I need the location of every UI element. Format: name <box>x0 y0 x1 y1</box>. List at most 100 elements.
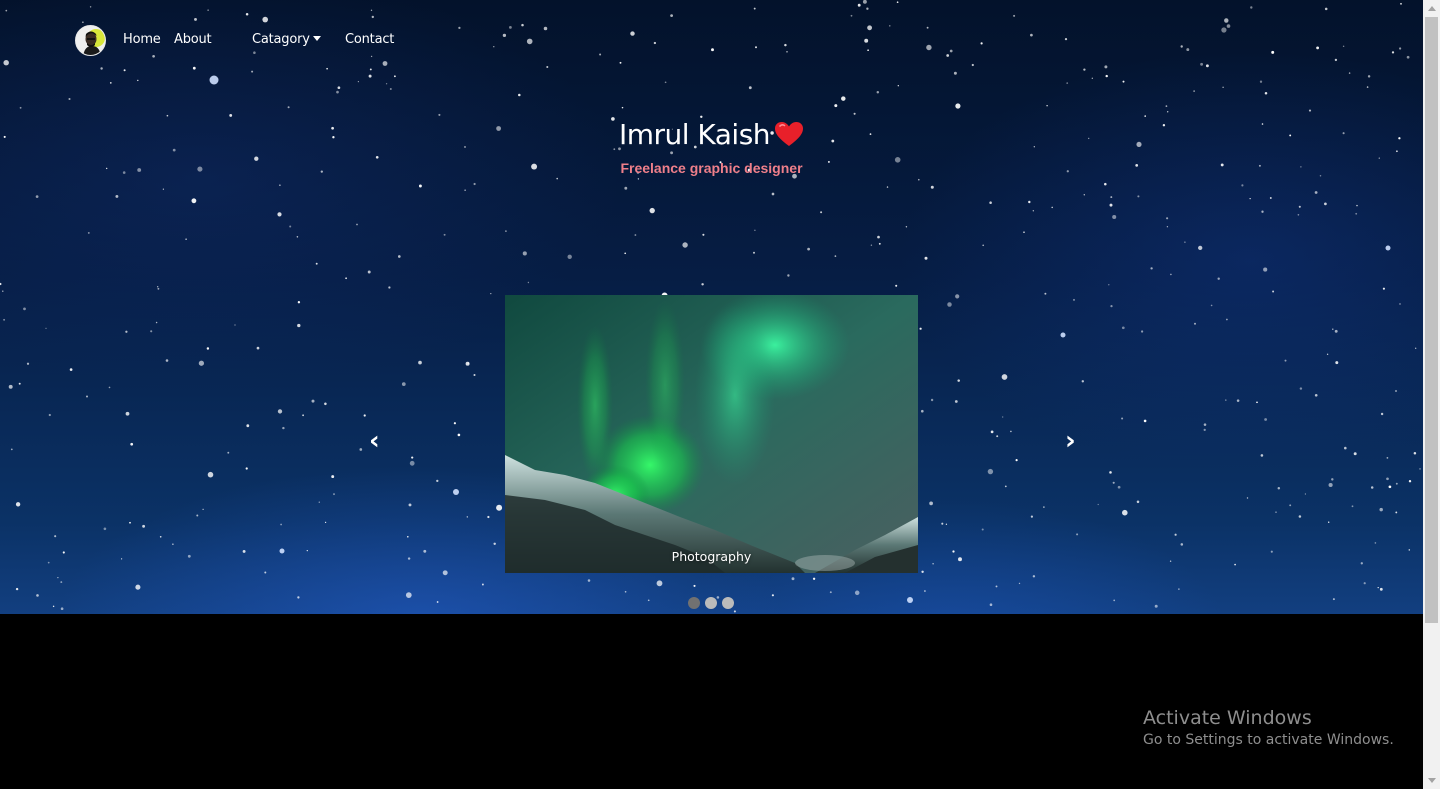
star-dot <box>60 581 63 584</box>
star-dot <box>682 242 688 248</box>
slider-prev-button[interactable]: ‹ <box>369 428 380 454</box>
star-dot <box>624 252 627 255</box>
star-dot <box>920 409 924 413</box>
star-dot <box>165 359 169 362</box>
star-dot <box>895 284 898 287</box>
star-dot <box>1326 353 1329 355</box>
star-dot <box>1399 303 1401 305</box>
star-dot <box>1334 329 1338 333</box>
star-dot <box>924 256 928 260</box>
star-dot <box>466 516 468 518</box>
slider-dot-3[interactable] <box>722 597 734 609</box>
slider-next-button[interactable]: › <box>1065 428 1076 454</box>
star-dot <box>1178 588 1180 590</box>
star-dot <box>256 346 260 350</box>
star-dot <box>130 442 134 446</box>
star-dot <box>3 318 6 321</box>
activation-title: Activate Windows <box>1143 707 1312 729</box>
nav-category-dropdown[interactable]: Catagory <box>252 32 321 47</box>
star-dot <box>100 67 103 70</box>
star-dot <box>1140 330 1144 333</box>
star-dot <box>371 15 374 19</box>
nav-home-link[interactable]: Home <box>123 32 161 47</box>
star-dot <box>923 590 926 592</box>
star-dot <box>1013 14 1016 17</box>
star-dot <box>1374 542 1377 544</box>
logo-avatar[interactable] <box>75 24 106 56</box>
star-dot <box>905 226 908 228</box>
star-dot <box>952 550 955 553</box>
star-dot <box>1260 454 1264 457</box>
star-dot <box>125 411 130 416</box>
vertical-scrollbar[interactable] <box>1423 0 1440 789</box>
star-dot <box>1110 196 1113 199</box>
star-dot <box>357 81 359 83</box>
star-dot <box>1167 111 1169 113</box>
star-dot <box>202 508 204 510</box>
star-dot <box>120 558 123 560</box>
scroll-up-arrow-icon[interactable] <box>1428 6 1436 11</box>
star-dot <box>279 184 281 186</box>
star-dot <box>1104 65 1108 69</box>
star-dot <box>1169 560 1172 562</box>
star-dot <box>1246 497 1249 499</box>
star-dot <box>1032 575 1036 578</box>
star-dot <box>1314 191 1318 194</box>
star-dot <box>1298 205 1301 208</box>
star-dot <box>262 16 269 23</box>
star-dot <box>115 194 119 198</box>
star-dot <box>1236 399 1240 402</box>
star-dot <box>1259 80 1263 83</box>
star-dot <box>1221 27 1227 33</box>
star-dot <box>229 113 233 117</box>
star-dot <box>876 91 880 94</box>
windows-activation-notice: Activate Windows Go to Settings to activ… <box>1143 707 1394 748</box>
star-dot <box>502 33 507 38</box>
star-dot <box>670 151 674 155</box>
star-dot <box>1261 210 1264 213</box>
star-dot <box>1030 515 1033 518</box>
star-dot <box>1180 45 1183 48</box>
star-dot <box>1360 562 1363 565</box>
hero-name: Imrul Kaish <box>618 118 771 151</box>
star-dot <box>1234 563 1236 566</box>
star-dot <box>1110 304 1113 308</box>
star-dot <box>1112 214 1117 220</box>
scrollbar-thumb[interactable] <box>1425 17 1438 623</box>
star-dot <box>1166 217 1169 220</box>
star-dot <box>0 282 2 286</box>
star-dot <box>711 48 714 52</box>
star-dot <box>1122 509 1128 516</box>
star-dot <box>556 177 558 180</box>
star-dot <box>656 580 663 587</box>
star-dot <box>1370 486 1374 489</box>
star-dot <box>389 87 392 91</box>
star-dot <box>1353 452 1357 456</box>
slider-dot-2[interactable] <box>705 597 717 609</box>
star-dot <box>957 379 960 382</box>
star-dot <box>1184 241 1186 243</box>
star-dot <box>135 584 141 590</box>
star-dot <box>897 85 899 87</box>
slide-image[interactable]: Photography <box>505 295 918 573</box>
star-dot <box>36 594 39 597</box>
star-dot <box>1241 184 1244 187</box>
star-dot <box>1275 511 1277 513</box>
star-dot <box>234 324 236 326</box>
star-dot <box>1143 419 1147 423</box>
nav-contact-link[interactable]: Contact <box>345 32 394 47</box>
star-dot <box>955 294 960 299</box>
star-dot <box>297 596 300 599</box>
star-dot <box>637 178 640 180</box>
slider-dot-1[interactable] <box>688 597 700 609</box>
star-dot <box>1324 7 1328 11</box>
star-dot <box>995 585 998 588</box>
bright-star <box>907 597 913 603</box>
scroll-down-arrow-icon[interactable] <box>1428 778 1436 783</box>
star-dot <box>1076 533 1079 536</box>
star-dot <box>191 198 197 204</box>
star-dot <box>1298 515 1302 518</box>
star-dot <box>473 182 476 186</box>
star-dot <box>1386 457 1389 459</box>
nav-about-link[interactable]: About <box>174 32 212 47</box>
